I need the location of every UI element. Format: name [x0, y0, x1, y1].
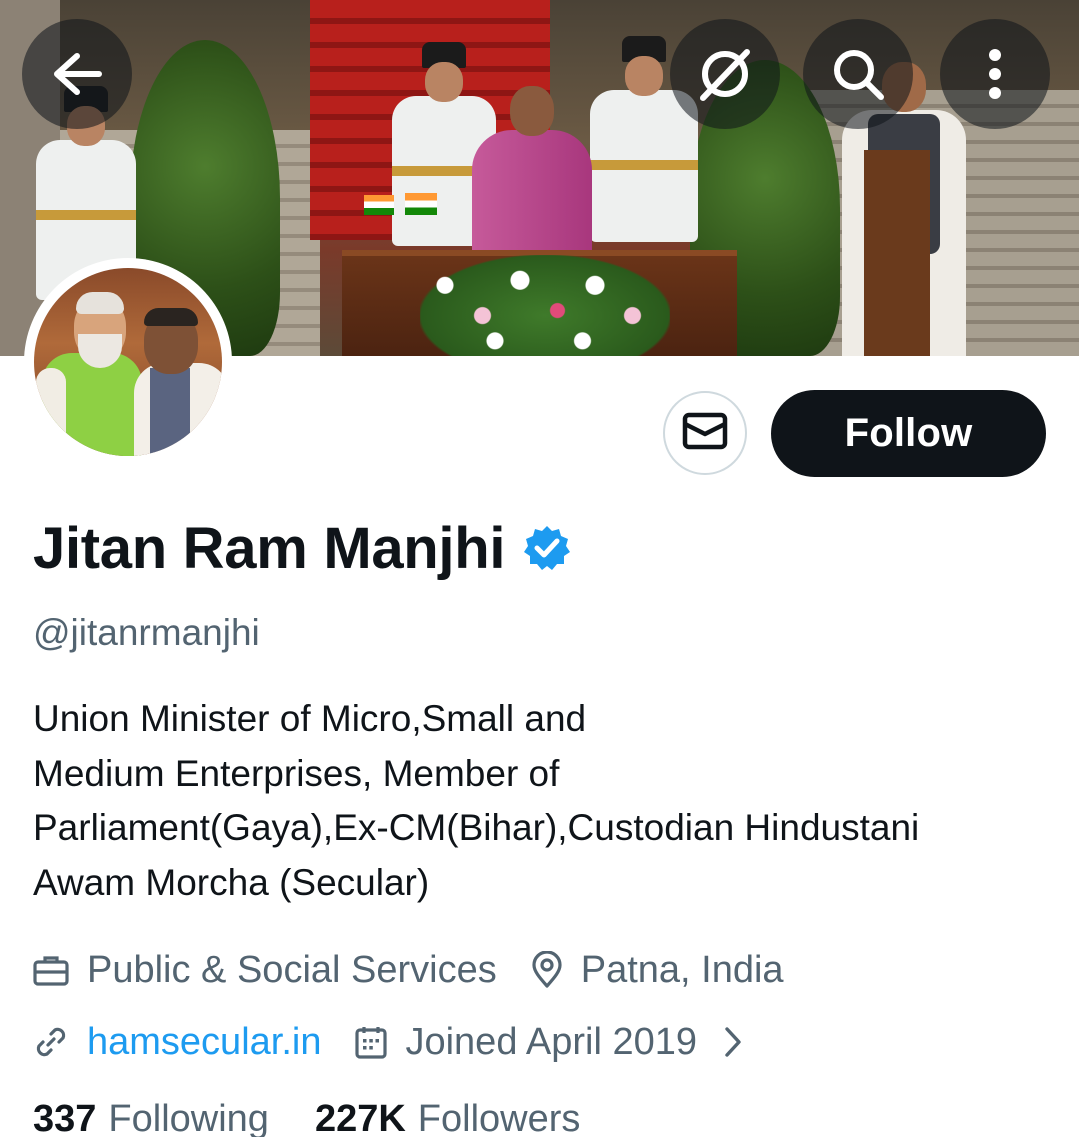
bio-line: Parliament(Gaya),Ex-CM(Bihar),Custodian …: [33, 807, 920, 848]
meta-row-2: hamsecular.in Joined April 2019: [33, 1016, 743, 1068]
message-button[interactable]: [663, 391, 747, 475]
avatar-photo: [34, 268, 222, 456]
following-label: Following: [108, 1098, 269, 1137]
joined-label: Joined April 2019: [405, 1020, 698, 1063]
verified-badge-icon[interactable]: [523, 524, 571, 572]
followers-stat[interactable]: 227K Followers: [315, 1098, 580, 1137]
link-icon: [33, 1024, 69, 1060]
bio-line: Union Minister of Micro,Small and: [33, 698, 587, 739]
category-label: Public & Social Services: [87, 948, 497, 991]
grok-button[interactable]: [670, 19, 780, 129]
bio: Union Minister of Micro,Small and Medium…: [33, 692, 1053, 910]
handle: @jitanrmanjhi: [33, 612, 260, 653]
chevron-right-icon[interactable]: [723, 1025, 743, 1059]
bio-line: Medium Enterprises, Member of: [33, 752, 560, 794]
bio-line: Awam Morcha (Secular): [33, 861, 430, 903]
location-pin-icon: [531, 951, 563, 989]
grok-icon: [695, 44, 755, 104]
location-item: Patna, India: [531, 949, 784, 992]
followers-count: 227K: [314, 1098, 406, 1137]
followers-label: Followers: [417, 1098, 581, 1137]
name-row: Jitan Ram Manjhi: [33, 512, 571, 584]
website-link[interactable]: hamsecular.in: [87, 1021, 321, 1064]
back-button[interactable]: [22, 19, 132, 129]
meta-row-1: Public & Social Services Patna, India: [33, 944, 784, 996]
category-item: Public & Social Services: [33, 949, 497, 992]
follow-button[interactable]: Follow: [771, 390, 1046, 477]
follow-stats: 337 Following 227K Followers: [33, 1098, 626, 1137]
joined-item: Joined April 2019: [355, 1021, 743, 1064]
display-name: Jitan Ram Manjhi: [33, 515, 506, 581]
search-button[interactable]: [803, 19, 913, 129]
following-count: 337: [33, 1098, 97, 1137]
envelope-icon: [682, 412, 728, 455]
more-vertical-icon: [987, 48, 1003, 100]
profile-page: Follow Jitan Ram Manjhi @jitanrmanjhi Un…: [0, 0, 1079, 1137]
following-stat[interactable]: 337 Following: [33, 1098, 269, 1137]
location-label: Patna, India: [580, 948, 784, 991]
calendar-icon: [355, 1025, 388, 1059]
website-item[interactable]: hamsecular.in: [33, 1021, 321, 1064]
more-options-button[interactable]: [940, 19, 1050, 129]
avatar[interactable]: [24, 258, 232, 466]
briefcase-icon: [33, 954, 69, 986]
arrow-left-icon: [51, 50, 103, 98]
search-icon: [830, 46, 886, 102]
